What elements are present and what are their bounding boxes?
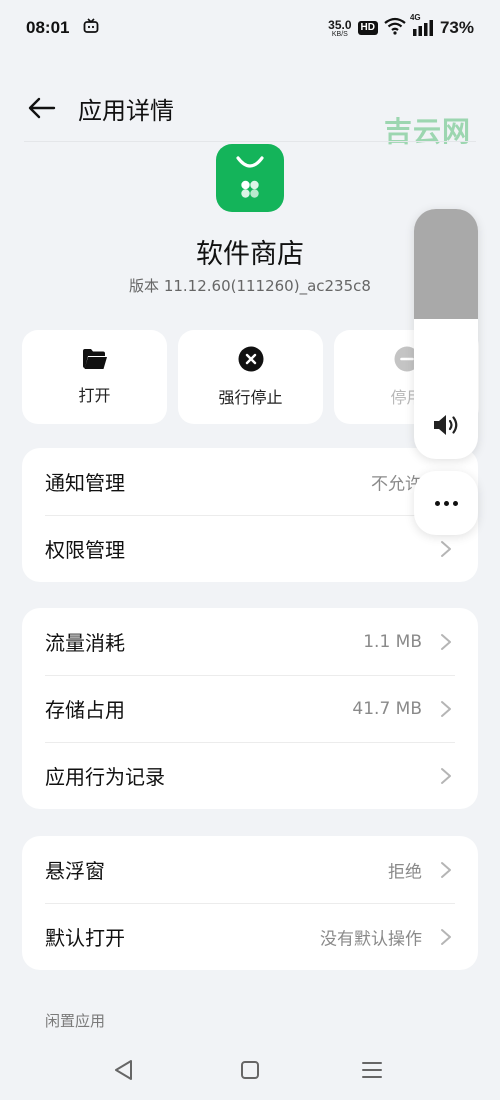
- permission-management-row[interactable]: 权限管理: [22, 515, 478, 582]
- chevron-right-icon: [441, 633, 451, 650]
- floating-window-row[interactable]: 悬浮窗 拒绝: [22, 836, 478, 903]
- status-bar: 08:01 35.0 KB/S HD 4G 73%: [0, 0, 500, 56]
- storage-usage-row[interactable]: 存储占用 41.7 MB: [22, 675, 478, 742]
- app-behavior-record-label: 应用行为记录: [45, 765, 165, 789]
- wifi-icon: [384, 17, 406, 39]
- close-circle-icon: [238, 346, 263, 372]
- data-usage-label: 流量消耗: [45, 631, 125, 655]
- nav-back-icon[interactable]: [112, 1058, 136, 1082]
- permission-management-label: 权限管理: [45, 538, 125, 562]
- more-dot-icon: [443, 500, 449, 506]
- cellular-signal-icon: 4G: [410, 13, 434, 37]
- chevron-right-icon: [441, 700, 451, 717]
- chevron-right-icon: [441, 540, 451, 557]
- data-usage-value: 1.1 MB: [363, 631, 422, 652]
- storage-usage-label: 存储占用: [45, 698, 125, 722]
- cell-badge: 4G: [409, 13, 421, 22]
- nav-menu-icon[interactable]: [360, 1058, 384, 1082]
- notification-permission-card: 通知管理 不允许 权限管理: [22, 448, 478, 582]
- floating-window-label: 悬浮窗: [45, 859, 105, 883]
- usage-card: 流量消耗 1.1 MB 存储占用 41.7 MB 应用行为记录: [22, 608, 478, 809]
- folder-open-icon: [82, 349, 107, 369]
- open-button[interactable]: 打开: [22, 330, 167, 424]
- more-options-button[interactable]: [414, 471, 478, 535]
- chevron-right-icon: [441, 767, 451, 784]
- force-stop-label: 强行停止: [218, 388, 283, 407]
- arrow-left-icon: [28, 97, 56, 119]
- notification-management-row[interactable]: 通知管理 不允许: [22, 448, 478, 515]
- data-usage-row[interactable]: 流量消耗 1.1 MB: [22, 608, 478, 675]
- back-button[interactable]: [22, 88, 62, 128]
- default-open-value: 没有默认操作: [320, 929, 422, 949]
- nav-home-icon[interactable]: [238, 1058, 262, 1082]
- battery-percentage: 73%: [439, 18, 474, 37]
- more-dot-icon: [434, 500, 440, 506]
- notification-management-label: 通知管理: [45, 471, 125, 495]
- open-label: 打开: [78, 386, 111, 405]
- hd-badge: HD: [357, 21, 378, 35]
- chevron-right-icon: [441, 861, 451, 878]
- defaults-card: 悬浮窗 拒绝 默认打开 没有默认操作: [22, 836, 478, 970]
- tv-notification-icon: [83, 18, 99, 38]
- default-open-label: 默认打开: [45, 926, 125, 950]
- storage-usage-value: 41.7 MB: [352, 698, 422, 719]
- more-dot-icon: [452, 500, 458, 506]
- app-icon: [216, 144, 284, 212]
- status-time: 08:01: [26, 18, 70, 37]
- watermark: 吉云网: [384, 115, 472, 148]
- floating-window-value: 拒绝: [388, 862, 422, 882]
- app-behavior-record-row[interactable]: 应用行为记录: [22, 742, 478, 809]
- store-bag-icon: [236, 156, 264, 198]
- net-speed: 35.0 KB/S: [328, 19, 351, 38]
- force-stop-button[interactable]: 强行停止: [178, 330, 323, 424]
- net-speed-value: 35.0: [328, 17, 352, 32]
- idle-apps-section-label: 闲置应用: [45, 1012, 106, 1030]
- chevron-right-icon: [441, 928, 451, 945]
- volume-track-empty: [414, 209, 478, 319]
- page-title: 应用详情: [78, 96, 174, 125]
- volume-slider[interactable]: [414, 209, 478, 459]
- navigation-bar: [0, 1040, 500, 1100]
- header-divider: [24, 141, 476, 142]
- net-speed-unit: KB/S: [331, 30, 348, 38]
- speaker-icon: [434, 415, 458, 435]
- default-open-row[interactable]: 默认打开 没有默认操作: [22, 903, 478, 970]
